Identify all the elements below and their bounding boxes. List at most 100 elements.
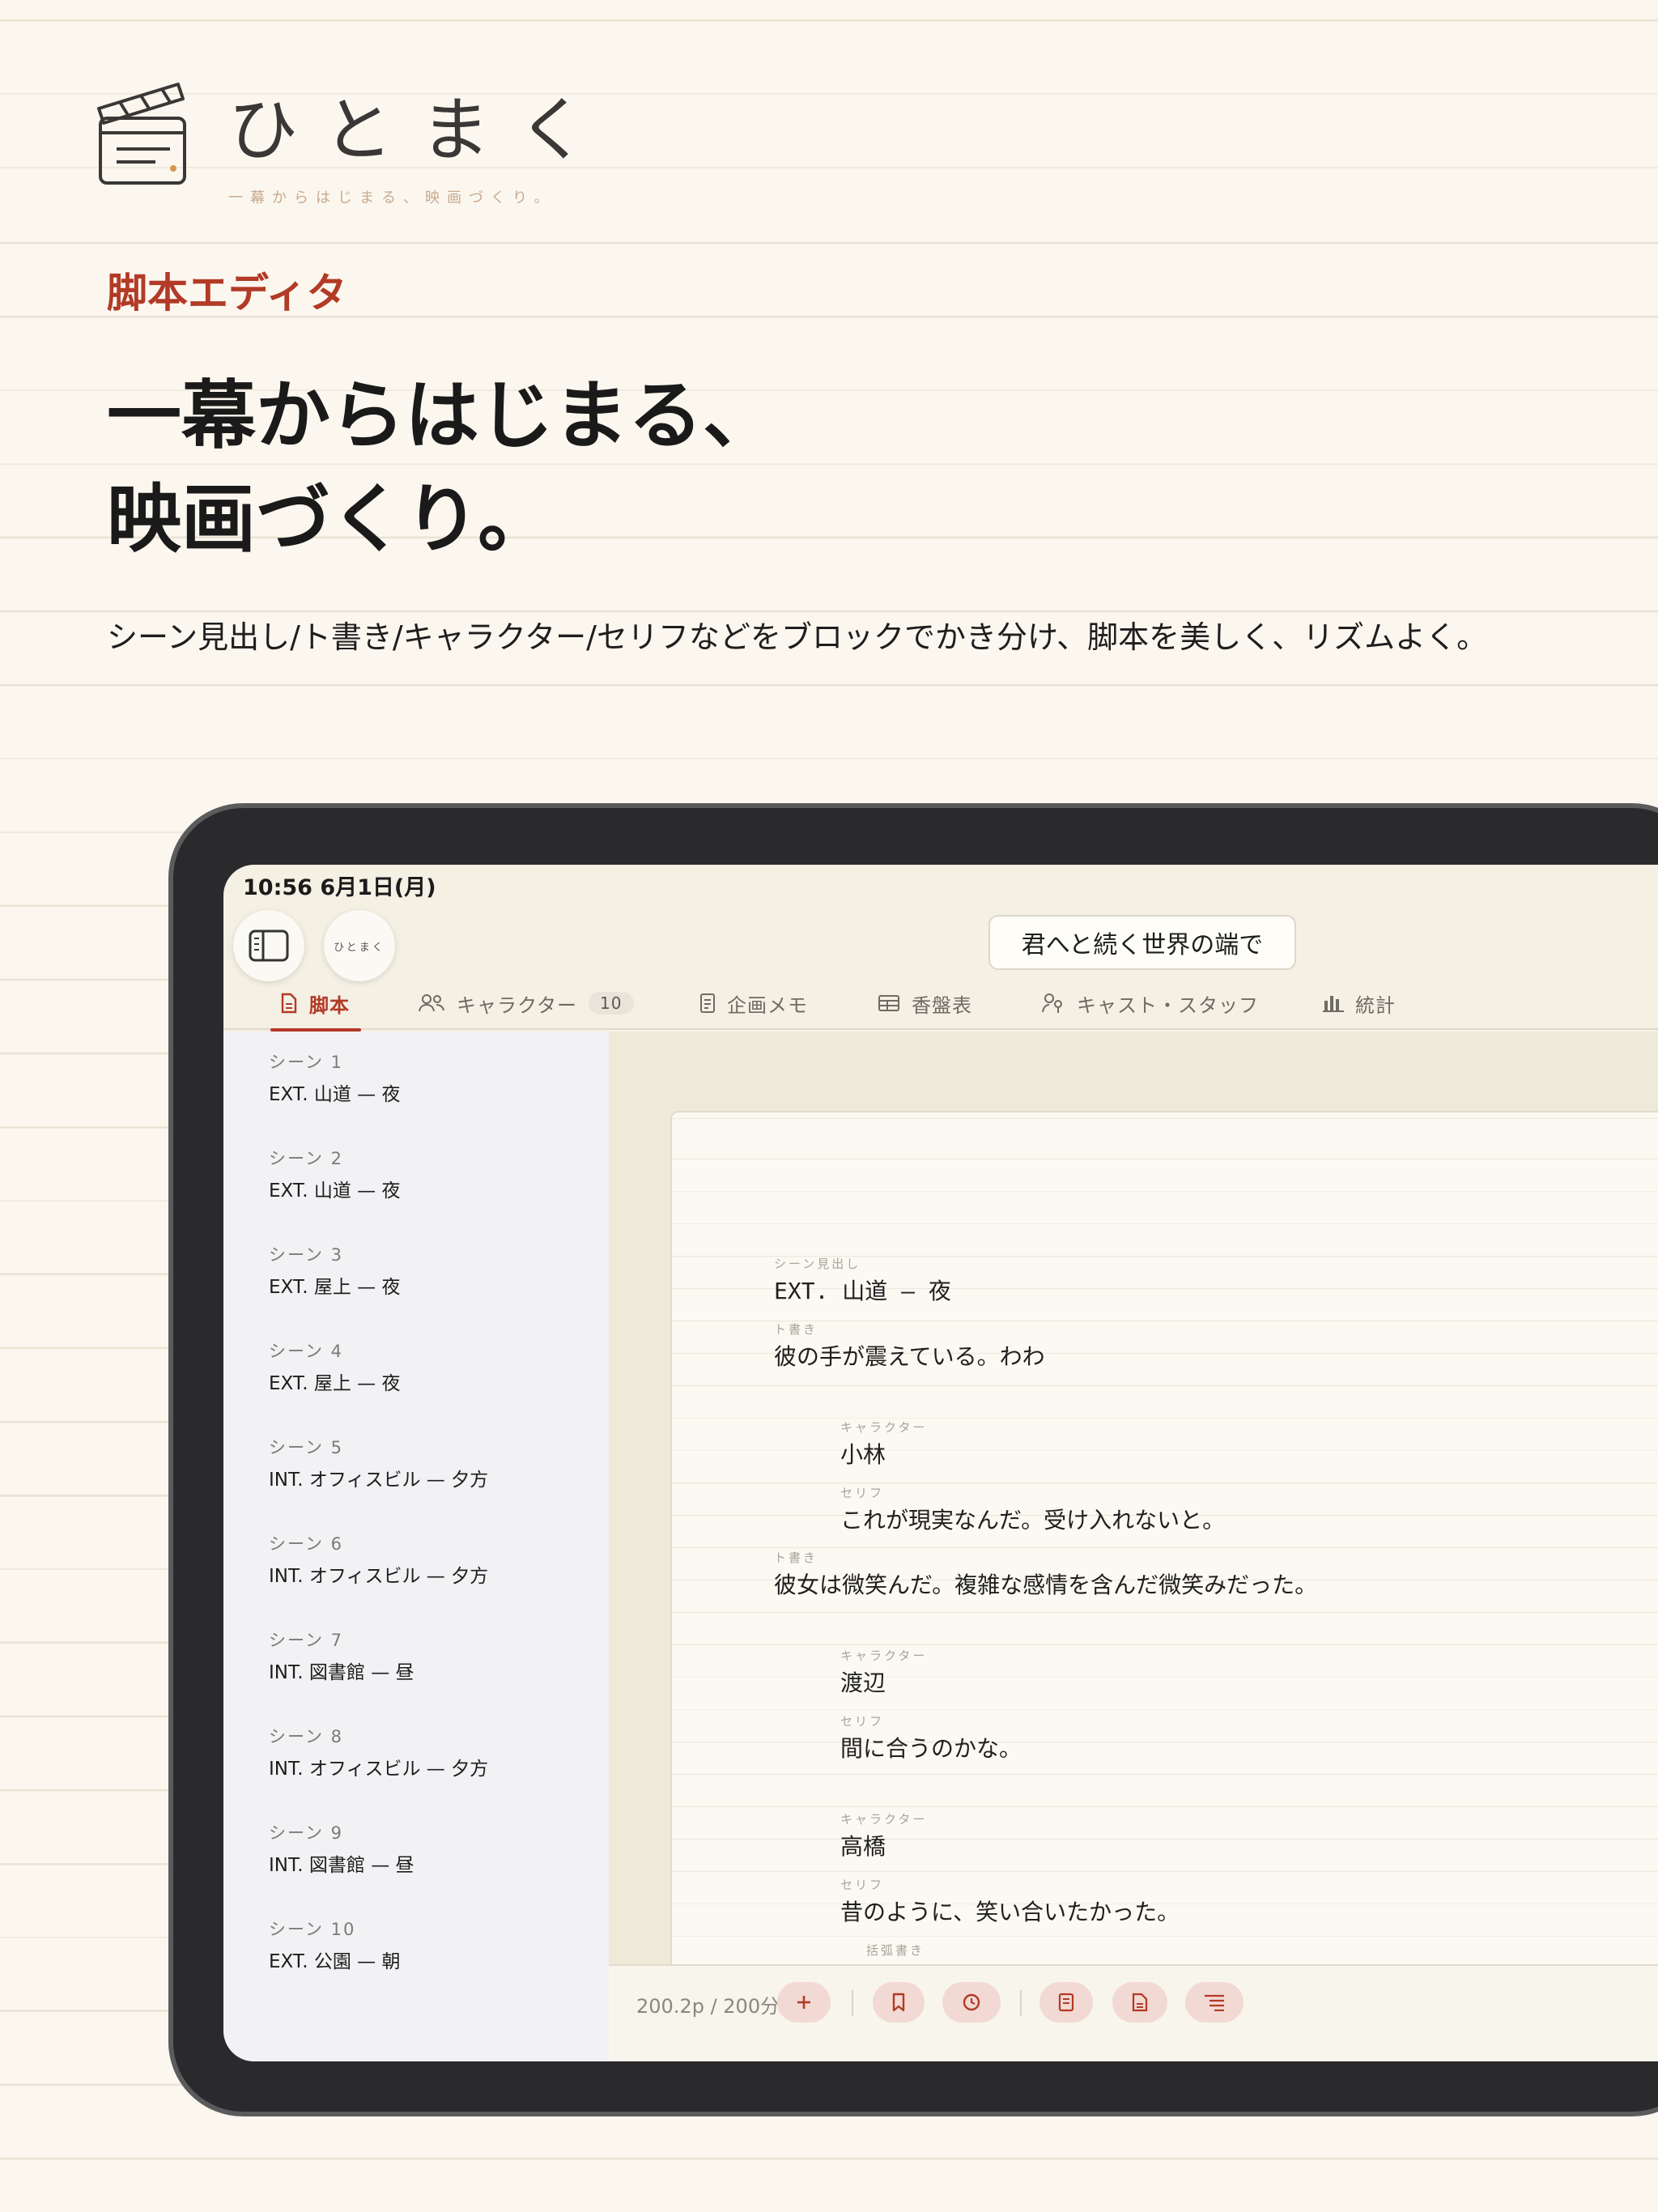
block-type-label: ト書き xyxy=(774,1551,818,1565)
scene-number: シーン 2 xyxy=(269,1149,343,1168)
scene-list-item[interactable]: シーン 2 EXT. 山道 — 夜 xyxy=(269,1146,400,1202)
clapperboard-icon xyxy=(97,83,186,185)
plus-icon xyxy=(797,1996,810,2009)
block-type-label: キャラクター xyxy=(840,1420,928,1435)
scene-heading: EXT. 屋上 — 夜 xyxy=(269,1277,401,1298)
scene-number: シーン 9 xyxy=(269,1823,343,1843)
action-block[interactable]: ト書き 彼女は微笑んだ。複雑な感情を含んだ微笑みだった。 xyxy=(774,1549,1317,1600)
dialogue-block[interactable]: セリフ 昔のように、笑い合いたかった。 xyxy=(840,1876,1180,1927)
scene-number: シーン 7 xyxy=(269,1631,343,1650)
scene-list-item[interactable]: シーン 5 INT. オフィスビル — 夕方 xyxy=(269,1435,488,1491)
bar-chart-icon xyxy=(1323,996,1344,1012)
block-type-label: シーン見出し xyxy=(774,1257,861,1271)
tab-planning-memo[interactable]: 企画メモ xyxy=(699,976,808,1030)
scene-number: シーン 4 xyxy=(269,1342,343,1361)
headline: 一幕からはじまる、 映画づくり。 xyxy=(107,364,777,572)
home-logo-button[interactable]: ひとまく xyxy=(324,910,395,981)
section-label: 脚本エディタ xyxy=(107,270,347,317)
scene-list-item[interactable]: シーン 10 EXT. 公園 — 朝 xyxy=(269,1916,400,1973)
tab-label: 企画メモ xyxy=(727,993,808,1017)
scene-heading: INT. 図書館 — 昼 xyxy=(269,1855,414,1876)
block-text: 小林 xyxy=(840,1441,886,1468)
notes-icon xyxy=(1058,1993,1074,2012)
document-icon xyxy=(281,993,297,1014)
bottom-toolbar: 200.2p / 200分 xyxy=(609,1964,1658,2061)
scene-list-item[interactable]: シーン 6 INT. オフィスビル — 夕方 xyxy=(269,1531,488,1588)
scene-heading: EXT. 山道 — 夜 xyxy=(269,1180,401,1202)
scene-heading: INT. オフィスビル — 夕方 xyxy=(269,1566,489,1587)
character-block[interactable]: キャラクター 高橋 xyxy=(840,1810,927,1861)
page-count: 200.2p / 200分 xyxy=(636,1995,780,2018)
tab-label: キャラクター xyxy=(457,993,578,1017)
brand-name: ひとまく xyxy=(228,90,615,171)
history-button[interactable] xyxy=(942,1982,1001,2023)
app-screen: 10:56 6月1日(月) ひとまく 君へと続く世界の端で 脚本 キャラクター … xyxy=(223,865,1658,2061)
tab-label: キャスト・スタッフ xyxy=(1077,993,1259,1017)
tab-stats[interactable]: 統計 xyxy=(1323,976,1396,1030)
parenthetical-block[interactable]: 括弧書き xyxy=(866,1942,925,1959)
block-type-label: キャラクター xyxy=(840,1812,928,1827)
scene-heading: INT. オフィスビル — 夕方 xyxy=(269,1759,489,1780)
scene-list-item[interactable]: シーン 1 EXT. 山道 — 夜 xyxy=(269,1049,400,1106)
sidebar-icon xyxy=(249,929,289,962)
brand-logo: ひとまく 一幕からはじまる、映画づくり。 xyxy=(96,79,614,207)
tab-characters[interactable]: キャラクター 10 xyxy=(418,976,634,1030)
character-block[interactable]: キャラクター 小林 xyxy=(840,1419,927,1470)
scene-number: シーン 10 xyxy=(269,1920,356,1939)
history-icon xyxy=(963,1993,980,2011)
block-type-label: キャラクター xyxy=(840,1648,928,1663)
script-page[interactable]: シーン見出し EXT. 山道 — 夜 ト書き 彼の手が震えている。わわ キャラク… xyxy=(670,1111,1658,2061)
scene-number: シーン 5 xyxy=(269,1438,343,1457)
scene-heading: INT. 図書館 — 昼 xyxy=(269,1662,414,1683)
block-type-label: セリフ xyxy=(840,1714,885,1729)
outline-button[interactable] xyxy=(1185,1982,1244,2023)
sidebar-toggle-button[interactable] xyxy=(233,910,304,981)
tab-cast-staff[interactable]: キャスト・スタッフ xyxy=(1041,976,1259,1030)
action-block[interactable]: ト書き 彼の手が震えている。わわ xyxy=(774,1321,1045,1372)
scene-number: シーン 3 xyxy=(269,1245,343,1265)
bookmark-button[interactable] xyxy=(873,1982,925,2023)
project-title[interactable]: 君へと続く世界の端で xyxy=(988,915,1296,970)
memo-icon xyxy=(700,993,715,1013)
tab-schedule[interactable]: 香盤表 xyxy=(878,976,972,1030)
tab-label: 香盤表 xyxy=(912,993,972,1017)
scene-heading: INT. オフィスビル — 夕方 xyxy=(269,1470,489,1491)
brand-tagline: 一幕からはじまる、映画づくり。 xyxy=(228,189,556,206)
hero-description: シーン見出し/ト書き/キャラクター/セリフなどをブロックでかき分け、脚本を美しく… xyxy=(107,619,1488,655)
scene-list-item[interactable]: シーン 8 INT. オフィスビル — 夕方 xyxy=(269,1724,488,1780)
export-button[interactable] xyxy=(1112,1982,1167,2023)
tab-label: 脚本 xyxy=(309,993,350,1017)
person-key-icon xyxy=(1042,993,1062,1013)
people-icon xyxy=(419,994,444,1012)
status-bar-time: 10:56 6月1日(月) xyxy=(243,875,436,900)
scene-list-item[interactable]: シーン 3 EXT. 屋上 — 夜 xyxy=(269,1242,400,1299)
scene-list-item[interactable]: シーン 4 EXT. 屋上 — 夜 xyxy=(269,1338,400,1395)
scene-heading: EXT. 公園 — 朝 xyxy=(269,1951,401,1972)
headline-line-1: 一幕からはじまる、 xyxy=(107,372,778,459)
scene-list-item[interactable]: シーン 9 INT. 図書館 — 昼 xyxy=(269,1820,414,1877)
tab-bar: 脚本 キャラクター 10 企画メモ 香盤表 キャスト・スタッフ 統計 xyxy=(223,976,1658,1032)
scene-number: シーン 6 xyxy=(269,1534,343,1554)
dialogue-block[interactable]: セリフ 間に合うのかな。 xyxy=(840,1712,1022,1763)
toolbar-divider xyxy=(1020,1990,1022,2016)
scene-heading-block[interactable]: シーン見出し EXT. 山道 — 夜 xyxy=(774,1255,951,1306)
scene-list-item[interactable]: シーン 7 INT. 図書館 — 昼 xyxy=(269,1627,414,1684)
block-type-label: 括弧書き xyxy=(866,1943,925,1958)
mini-logo: ひとまく xyxy=(334,941,385,954)
scene-heading: EXT. 山道 — 夜 xyxy=(269,1084,401,1105)
toolbar-divider xyxy=(852,1990,853,2016)
scene-list: シーン 1 EXT. 山道 — 夜 シーン 2 EXT. 山道 — 夜 シーン … xyxy=(223,1032,609,2061)
export-icon xyxy=(1132,1993,1148,2012)
block-text: 渡辺 xyxy=(840,1670,886,1696)
tab-script[interactable]: 脚本 xyxy=(270,976,361,1032)
dialogue-block[interactable]: セリフ これが現実なんだ。受け入れないと。 xyxy=(840,1484,1225,1535)
outline-icon xyxy=(1205,1994,1224,2011)
bookmark-icon xyxy=(892,1993,905,2012)
character-block[interactable]: キャラクター 渡辺 xyxy=(840,1647,927,1698)
block-type-label: ト書き xyxy=(774,1322,818,1337)
tab-label: 統計 xyxy=(1355,993,1396,1017)
table-icon xyxy=(878,995,899,1011)
block-text: 高橋 xyxy=(840,1833,886,1860)
notes-button[interactable] xyxy=(1039,1982,1093,2023)
add-block-button[interactable] xyxy=(777,1982,831,2023)
